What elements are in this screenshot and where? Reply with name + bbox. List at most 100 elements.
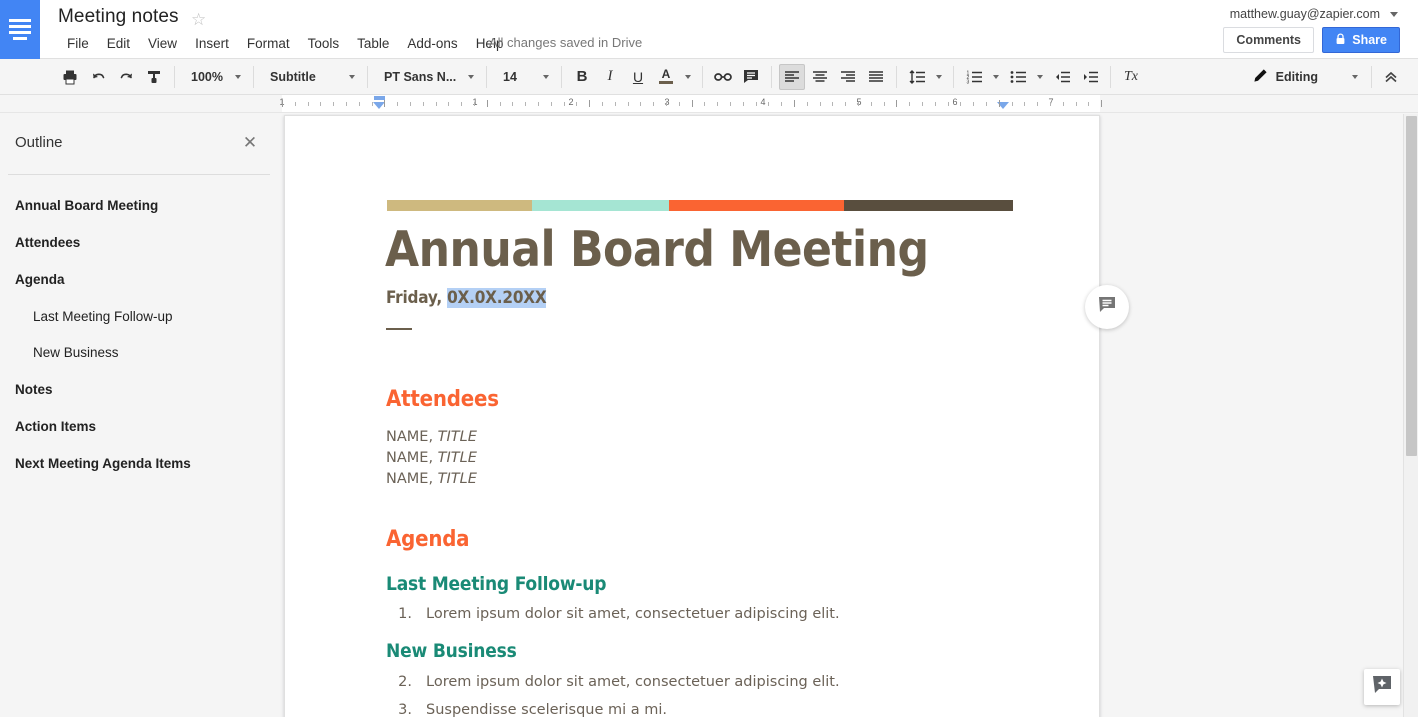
outline-item-agenda[interactable]: Agenda [0,262,276,299]
outline-item-last-meeting-follow-up[interactable]: Last Meeting Follow-up [0,299,276,336]
outline-item-notes[interactable]: Notes [0,372,276,409]
undo-icon[interactable] [85,64,111,90]
italic-button[interactable]: I [597,64,623,90]
decrease-indent-icon[interactable] [1049,64,1075,90]
numbered-list-icon[interactable]: 123 [961,64,987,90]
bulleted-list-icon[interactable] [1005,64,1031,90]
svg-text:3: 3 [966,79,969,84]
document-canvas[interactable]: Annual Board Meeting Friday, 0X.0X.20XX … [276,114,1418,717]
chevron-down-icon[interactable] [989,64,1003,90]
outline-item-new-business[interactable]: New Business [0,335,276,372]
print-icon[interactable] [57,64,83,90]
outline-header: Outline ✕ [0,114,276,174]
menu-item-format[interactable]: Format [238,34,299,53]
menu-item-tools[interactable]: Tools [299,34,349,53]
chevron-up-icon[interactable] [1376,64,1406,90]
bold-button[interactable]: B [569,64,595,90]
ruler-tick [819,102,821,106]
ruler-tick [1101,100,1103,107]
outline-item-attendees[interactable]: Attendees [0,225,276,262]
align-center-icon[interactable] [807,64,833,90]
ruler-number: 2 [568,97,574,107]
menu-item-edit[interactable]: Edit [98,34,139,53]
attendee-row[interactable]: NAME, TITLE [386,427,477,448]
vertical-scrollbar[interactable] [1403,114,1418,717]
align-left-icon[interactable] [779,63,805,90]
ruler-tick [640,102,642,106]
menu-item-insert[interactable]: Insert [186,34,238,53]
menu-item-file[interactable]: File [58,34,98,53]
comments-button[interactable]: Comments [1223,27,1314,53]
share-button[interactable]: Share [1322,27,1400,53]
add-comment-icon[interactable] [738,64,764,90]
link-icon[interactable] [710,64,736,90]
chevron-down-icon[interactable] [1390,12,1398,17]
chevron-down-icon [468,74,474,79]
attendee-row[interactable]: NAME, TITLE [386,469,477,490]
editing-mode-dropdown[interactable]: Editing [1246,64,1364,90]
ruler-tick [333,102,335,106]
chevron-down-icon [1352,75,1358,79]
ruler-tick [973,102,975,106]
doc-subtitle-selected-date[interactable]: 0X.0X.20XX [447,288,547,308]
ruler-tick [704,102,706,106]
chevron-down-icon[interactable] [1033,64,1047,90]
outline-item-annual-board-meeting[interactable]: Annual Board Meeting [0,188,276,225]
attendee-row[interactable]: NAME, TITLE [386,448,477,469]
ruler-tick [474,102,475,106]
document-page[interactable]: Annual Board Meeting Friday, 0X.0X.20XX … [284,115,1129,717]
ruler-tick [845,102,847,106]
paint-format-icon[interactable] [141,64,167,90]
ruler-tick [384,100,386,107]
ruler-tick [742,102,744,106]
zoom-value: 100% [191,69,223,84]
color-bar-mint [532,200,669,211]
clear-formatting-button[interactable]: Tx [1118,64,1144,90]
paragraph-style-dropdown[interactable]: Subtitle [262,64,359,90]
ruler[interactable]: 1 1 2 3 4 5 6 7 [0,95,1418,113]
redo-icon[interactable] [113,64,139,90]
outline-item-action-items[interactable]: Action Items [0,409,276,446]
list-item-number: 2. [398,674,412,690]
star-icon[interactable]: ☆ [191,11,206,28]
ruler-tick [1075,102,1077,106]
outline-title: Outline [15,134,63,151]
chevron-down-icon[interactable] [932,64,946,90]
align-right-icon[interactable] [835,64,861,90]
add-comment-button[interactable] [1085,285,1129,329]
document-title[interactable]: Meeting notes [58,6,179,28]
underline-button[interactable]: U [625,64,651,90]
left-indent-marker[interactable] [373,102,385,109]
chevron-down-icon[interactable] [681,64,695,90]
ruler-tick [986,102,987,106]
color-bar-orange [669,200,844,211]
first-line-indent-marker[interactable] [374,96,385,100]
zoom-dropdown[interactable]: 100% [183,64,245,90]
ruler-tick [525,102,527,106]
menu-item-addons[interactable]: Add-ons [398,34,466,53]
close-icon[interactable]: ✕ [239,132,261,154]
text-color-button[interactable]: A [653,64,679,90]
increase-indent-icon[interactable] [1077,64,1103,90]
doc-subtitle[interactable]: Friday, 0X.0X.20XX [386,288,547,308]
text-color-label: A [661,67,671,81]
attendee-name: NAME, [386,429,434,445]
explore-button[interactable] [1364,669,1400,705]
ruler-tick [538,102,539,106]
scrollbar-thumb[interactable] [1406,116,1417,456]
line-spacing-icon[interactable] [904,64,930,90]
account-email[interactable]: matthew.guay@zapier.com [1230,7,1380,21]
menu-item-view[interactable]: View [139,34,186,53]
section-heading-agenda[interactable]: Agenda [386,527,470,552]
font-family-value: PT Sans N... [384,69,457,84]
menu-item-table[interactable]: Table [348,34,398,53]
subheading-new-business[interactable]: New Business [386,640,517,662]
font-family-dropdown[interactable]: PT Sans N... [376,64,478,90]
align-justify-icon[interactable] [863,64,889,90]
font-size-dropdown[interactable]: 14 [495,64,553,90]
section-heading-attendees[interactable]: Attendees [386,387,499,412]
outline-item-next-meeting-agenda-items[interactable]: Next Meeting Agenda Items [0,446,276,483]
doc-heading-title[interactable]: Annual Board Meeting [385,224,1025,276]
subheading-last-meeting-follow-up[interactable]: Last Meeting Follow-up [386,573,607,595]
docs-logo-icon[interactable] [0,0,40,59]
